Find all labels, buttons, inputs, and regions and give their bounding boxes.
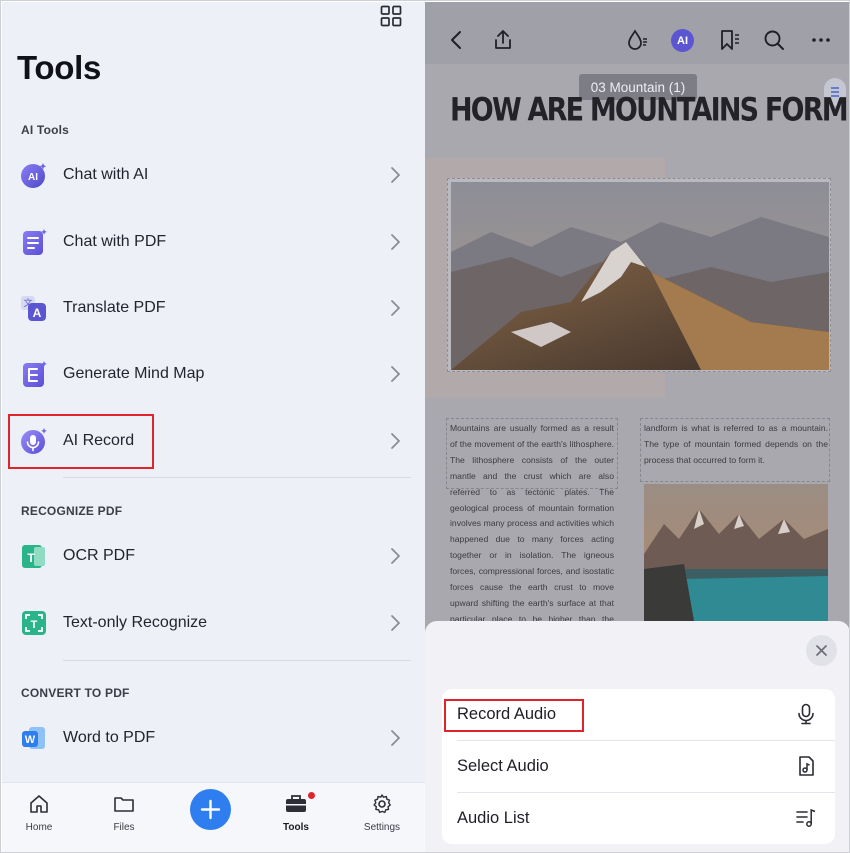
chevron-right-icon xyxy=(391,615,400,631)
mind-map-icon xyxy=(23,361,47,387)
tool-label: Translate PDF xyxy=(63,299,166,316)
nav-tools[interactable]: Tools xyxy=(261,793,331,833)
highlight-box-ai-record xyxy=(8,414,154,469)
gear-icon xyxy=(373,794,391,814)
close-icon xyxy=(816,645,827,656)
folder-icon xyxy=(114,797,134,812)
nav-files[interactable]: Files xyxy=(89,793,159,833)
share-icon[interactable] xyxy=(491,28,515,52)
document-viewer: AI 03 Mountain (1) HOW ARE MOUNTAINS FOR… xyxy=(425,2,849,852)
more-options-icon[interactable] xyxy=(809,28,833,52)
pdf-chat-icon xyxy=(23,229,47,255)
text-recognize-icon: T xyxy=(22,611,46,635)
document-headline: HOW ARE MOUNTAINS FORMED? xyxy=(450,92,849,129)
translate-icon: 文 A xyxy=(21,296,46,321)
tool-label: Text-only Recognize xyxy=(63,614,208,631)
close-button[interactable] xyxy=(806,635,837,666)
plus-icon xyxy=(200,799,221,820)
page-title: Tools xyxy=(17,49,102,86)
section-label-convert-to-pdf: CONVERT TO PDF xyxy=(21,686,130,700)
chevron-right-icon xyxy=(391,366,400,382)
audio-list-option[interactable]: Audio List xyxy=(442,793,835,844)
tool-label: Chat with AI xyxy=(63,166,149,183)
ocr-icon: T xyxy=(22,545,45,568)
tool-chat-with-pdf[interactable]: Chat with PDF xyxy=(2,209,425,275)
nav-label: Home xyxy=(25,822,53,833)
tool-label: Word to PDF xyxy=(63,729,156,746)
ai-assistant-button[interactable]: AI xyxy=(671,29,694,52)
nav-settings[interactable]: Settings xyxy=(347,793,417,833)
audio-file-icon xyxy=(799,756,814,776)
divider xyxy=(63,477,411,478)
nav-label: Tools xyxy=(283,822,309,833)
svg-text:T: T xyxy=(31,619,38,631)
notification-badge xyxy=(308,792,315,799)
tool-generate-mind-map[interactable]: Generate Mind Map xyxy=(2,341,425,407)
option-label: Audio List xyxy=(457,809,530,827)
grid-view-icon[interactable] xyxy=(380,5,402,27)
svg-text:T: T xyxy=(27,551,35,565)
toolbox-icon xyxy=(286,795,306,812)
microphone-icon xyxy=(798,703,814,725)
tool-label: Generate Mind Map xyxy=(63,365,205,382)
highlight-box-record-audio xyxy=(444,699,584,732)
back-arrow-icon[interactable] xyxy=(445,28,469,52)
chevron-right-icon xyxy=(391,433,400,449)
mountain-photo xyxy=(451,182,829,370)
divider xyxy=(63,660,411,661)
section-label-recognize-pdf: RECOGNIZE PDF xyxy=(21,504,123,518)
app-frame: Tools AI Tools AI Chat with AI Chat with… xyxy=(0,0,850,853)
svg-text:AI: AI xyxy=(28,172,38,183)
select-audio-option[interactable]: Select Audio xyxy=(442,741,835,792)
tool-word-to-pdf[interactable]: W Word to PDF xyxy=(2,705,425,771)
chevron-right-icon xyxy=(391,234,400,250)
nav-home[interactable]: Home xyxy=(4,793,74,833)
section-label-ai-tools: AI Tools xyxy=(21,123,70,137)
chevron-right-icon xyxy=(391,730,400,746)
nav-label: Settings xyxy=(363,822,401,833)
viewer-toolbar: AI xyxy=(425,2,849,64)
svg-text:A: A xyxy=(33,306,42,320)
body-text-column-1: Mountains are usually formed as a result… xyxy=(450,423,614,621)
ai-chat-icon: AI xyxy=(21,163,47,188)
chevron-right-icon xyxy=(391,548,400,564)
search-icon[interactable] xyxy=(762,28,786,52)
audio-bottom-sheet: Record Audio Select Audio Audio List xyxy=(425,621,849,852)
tool-chat-with-ai[interactable]: AI Chat with AI xyxy=(2,142,425,208)
tool-ocr-pdf[interactable]: T OCR PDF xyxy=(2,523,425,589)
create-button[interactable] xyxy=(190,789,231,830)
home-icon xyxy=(30,795,48,813)
word-icon: W xyxy=(22,727,45,749)
tool-label: OCR PDF xyxy=(63,547,135,564)
tool-translate-pdf[interactable]: 文 A Translate PDF xyxy=(2,275,425,341)
option-label: Select Audio xyxy=(457,757,549,775)
tool-label: Chat with PDF xyxy=(63,233,167,250)
lake-photo xyxy=(644,484,828,621)
ink-drop-icon[interactable] xyxy=(625,28,649,52)
chevron-right-icon xyxy=(391,300,400,316)
bookmark-icon[interactable] xyxy=(717,28,741,52)
nav-label: Files xyxy=(113,822,135,833)
tool-text-only-recognize[interactable]: T Text-only Recognize xyxy=(2,590,425,656)
body-text-column-2: landform is what is referred to as a mou… xyxy=(644,423,828,465)
chevron-right-icon xyxy=(391,167,400,183)
playlist-icon xyxy=(796,808,816,827)
svg-text:W: W xyxy=(25,734,36,746)
tools-panel: Tools AI Tools AI Chat with AI Chat with… xyxy=(2,2,425,852)
